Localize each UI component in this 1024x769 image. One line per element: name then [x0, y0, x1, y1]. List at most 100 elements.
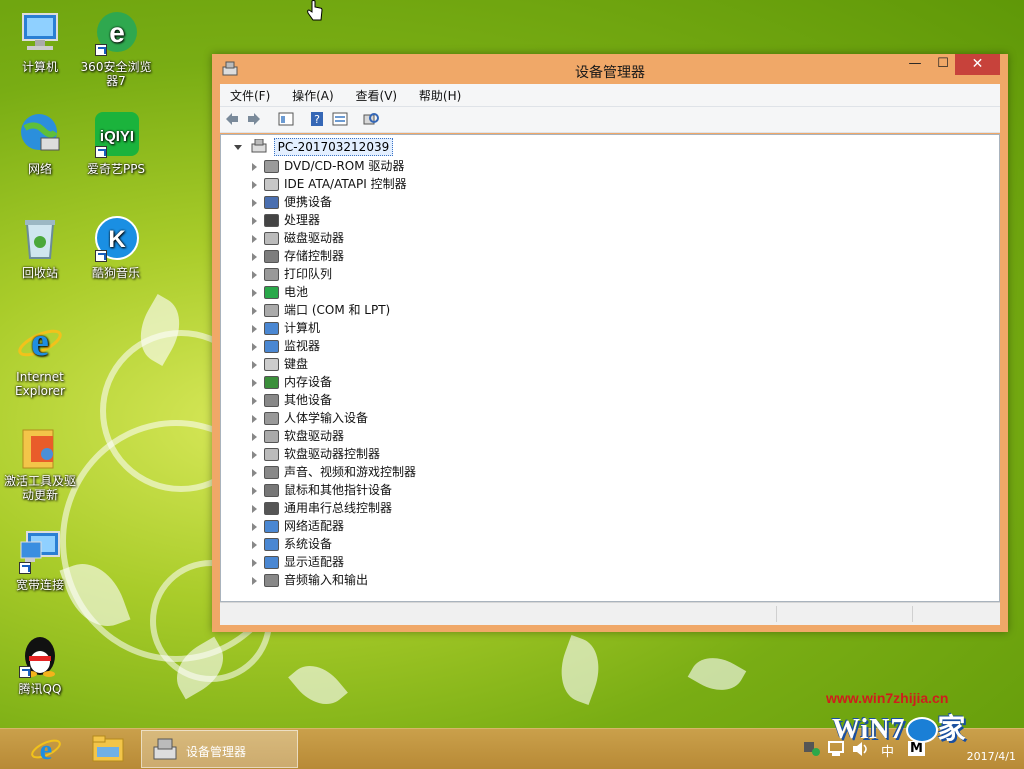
device-category-icon	[264, 196, 279, 209]
expand-arrow-icon[interactable]	[252, 306, 257, 315]
expand-arrow-icon[interactable]	[252, 558, 257, 567]
desktop-icon-network[interactable]: 网络	[2, 112, 78, 176]
tree-item[interactable]: 存储控制器	[252, 247, 344, 265]
svg-text:K: K	[108, 226, 126, 253]
root-label[interactable]: PC-201703212039	[273, 138, 394, 156]
tree-item[interactable]: 人体学输入设备	[252, 409, 368, 427]
expand-arrow-icon[interactable]	[252, 432, 257, 441]
tree-item[interactable]: 监视器	[252, 337, 320, 355]
device-tree[interactable]: PC-201703212039 DVD/CD-ROM 驱动器 IDE ATA/AT…	[220, 134, 1000, 602]
title-bar[interactable]: 设备管理器 — ☐ ✕	[212, 54, 1008, 84]
forward-icon[interactable]	[246, 111, 262, 127]
device-category-icon	[264, 340, 279, 353]
tree-item[interactable]: 磁盘驱动器	[252, 229, 344, 247]
expand-arrow-icon[interactable]	[252, 198, 257, 207]
device-manager-window[interactable]: 设备管理器 — ☐ ✕ 文件(F) 操作(A) 查看(V) 帮助(H) ? PC…	[212, 54, 1008, 632]
expand-arrow-icon[interactable]	[252, 342, 257, 351]
close-button[interactable]: ✕	[955, 54, 1000, 75]
minimize-button[interactable]: —	[900, 54, 930, 75]
collapse-arrow-icon[interactable]	[234, 145, 242, 150]
tree-item[interactable]: 便携设备	[252, 193, 332, 211]
desktop-icon-activation-tool[interactable]: 激活工具及驱动更新	[2, 424, 78, 502]
tree-item[interactable]: 计算机	[252, 319, 320, 337]
maximize-button[interactable]: ☐	[930, 54, 956, 75]
desktop-icon-internet-explorer[interactable]: e Internet Explorer	[2, 319, 78, 398]
tree-item[interactable]: 软盘驱动器控制器	[252, 445, 380, 463]
device-category-icon	[264, 484, 279, 497]
kugou-music-icon: K	[93, 216, 139, 262]
expand-arrow-icon[interactable]	[252, 270, 257, 279]
tree-root[interactable]: PC-201703212039	[234, 138, 394, 157]
taskbar-explorer-button[interactable]	[84, 729, 130, 769]
expand-arrow-icon[interactable]	[252, 252, 257, 261]
desktop-icon-computer[interactable]: 计算机	[2, 10, 78, 74]
tree-item[interactable]: 处理器	[252, 211, 320, 229]
tree-item[interactable]: 软盘驱动器	[252, 427, 344, 445]
properties-icon[interactable]	[278, 111, 294, 127]
tree-item[interactable]: 其他设备	[252, 391, 332, 409]
expand-arrow-icon[interactable]	[252, 414, 257, 423]
tree-item[interactable]: 电池	[252, 283, 308, 301]
menu-file[interactable]: 文件(F)	[220, 84, 278, 104]
device-category-icon	[264, 430, 279, 443]
menu-view[interactable]: 查看(V)	[346, 84, 406, 104]
expand-arrow-icon[interactable]	[252, 162, 257, 171]
tree-item[interactable]: 网络适配器	[252, 517, 344, 535]
tree-item[interactable]: 声音、视频和游戏控制器	[252, 463, 416, 481]
desktop-icon-broadband[interactable]: 宽带连接	[2, 528, 78, 592]
window-title: 设备管理器	[575, 65, 645, 81]
menu-help[interactable]: 帮助(H)	[409, 84, 469, 104]
clock[interactable]: 2017/4/1	[967, 733, 1016, 765]
tree-item[interactable]: 音频输入和输出	[252, 571, 368, 589]
expand-arrow-icon[interactable]	[252, 486, 257, 495]
tree-item[interactable]: 打印队列	[252, 265, 332, 283]
expand-arrow-icon[interactable]	[252, 396, 257, 405]
expand-arrow-icon[interactable]	[252, 288, 257, 297]
taskbar-device-manager-button[interactable]: 设备管理器	[141, 730, 298, 768]
back-icon[interactable]	[224, 111, 240, 127]
desktop-icon-iqiyi[interactable]: iQIYI 爱奇艺PPS	[78, 112, 154, 176]
tree-item-label: 网络适配器	[284, 519, 345, 533]
desktop-icon-kugou[interactable]: K 酷狗音乐	[78, 216, 154, 280]
scan-hardware-icon[interactable]	[363, 111, 379, 127]
device-category-icon	[264, 376, 279, 389]
tree-item[interactable]: 通用串行总线控制器	[252, 499, 392, 517]
desktop-icon-label: 网络	[27, 162, 52, 176]
device-category-icon	[264, 394, 279, 407]
tree-item[interactable]: 系统设备	[252, 535, 332, 553]
help-icon[interactable]: ?	[309, 111, 325, 127]
tree-item[interactable]: 端口 (COM 和 LPT)	[252, 301, 390, 319]
network-tray-icon[interactable]	[803, 741, 821, 760]
expand-arrow-icon[interactable]	[252, 450, 257, 459]
desktop-icon-label: Internet Explorer	[15, 370, 65, 398]
tree-item[interactable]: IDE ATA/ATAPI 控制器	[252, 175, 407, 193]
expand-arrow-icon[interactable]	[252, 522, 257, 531]
expand-arrow-icon[interactable]	[252, 504, 257, 513]
device-category-icon	[264, 214, 279, 227]
desktop-icon-360-browser[interactable]: e 360安全浏览器7	[78, 10, 154, 88]
device-category-icon	[264, 412, 279, 425]
expand-arrow-icon[interactable]	[252, 234, 257, 243]
tree-item[interactable]: 内存设备	[252, 373, 332, 391]
expand-arrow-icon[interactable]	[252, 576, 257, 585]
taskbar-ie-button[interactable]: e	[24, 729, 70, 769]
desktop-icon-label: 爱奇艺PPS	[86, 162, 146, 176]
computer-root-icon	[251, 138, 267, 156]
tree-item-label: 系统设备	[284, 537, 333, 551]
tree-item[interactable]: DVD/CD-ROM 驱动器	[252, 157, 404, 175]
tree-item[interactable]: 显示适配器	[252, 553, 344, 571]
expand-arrow-icon[interactable]	[252, 180, 257, 189]
tree-item[interactable]: 鼠标和其他指针设备	[252, 481, 392, 499]
expand-arrow-icon[interactable]	[252, 378, 257, 387]
expand-arrow-icon[interactable]	[252, 468, 257, 477]
expand-arrow-icon[interactable]	[252, 360, 257, 369]
expand-arrow-icon[interactable]	[252, 216, 257, 225]
menu-action[interactable]: 操作(A)	[282, 84, 342, 104]
desktop-icon-recycle-bin[interactable]: 回收站	[2, 216, 78, 280]
expand-arrow-icon[interactable]	[252, 540, 257, 549]
tree-item[interactable]: 键盘	[252, 355, 308, 373]
desktop-icon-qq[interactable]: 腾讯QQ	[2, 632, 78, 696]
view-icon[interactable]	[332, 111, 348, 127]
tree-item-label: 软盘驱动器	[284, 429, 345, 443]
expand-arrow-icon[interactable]	[252, 324, 257, 333]
